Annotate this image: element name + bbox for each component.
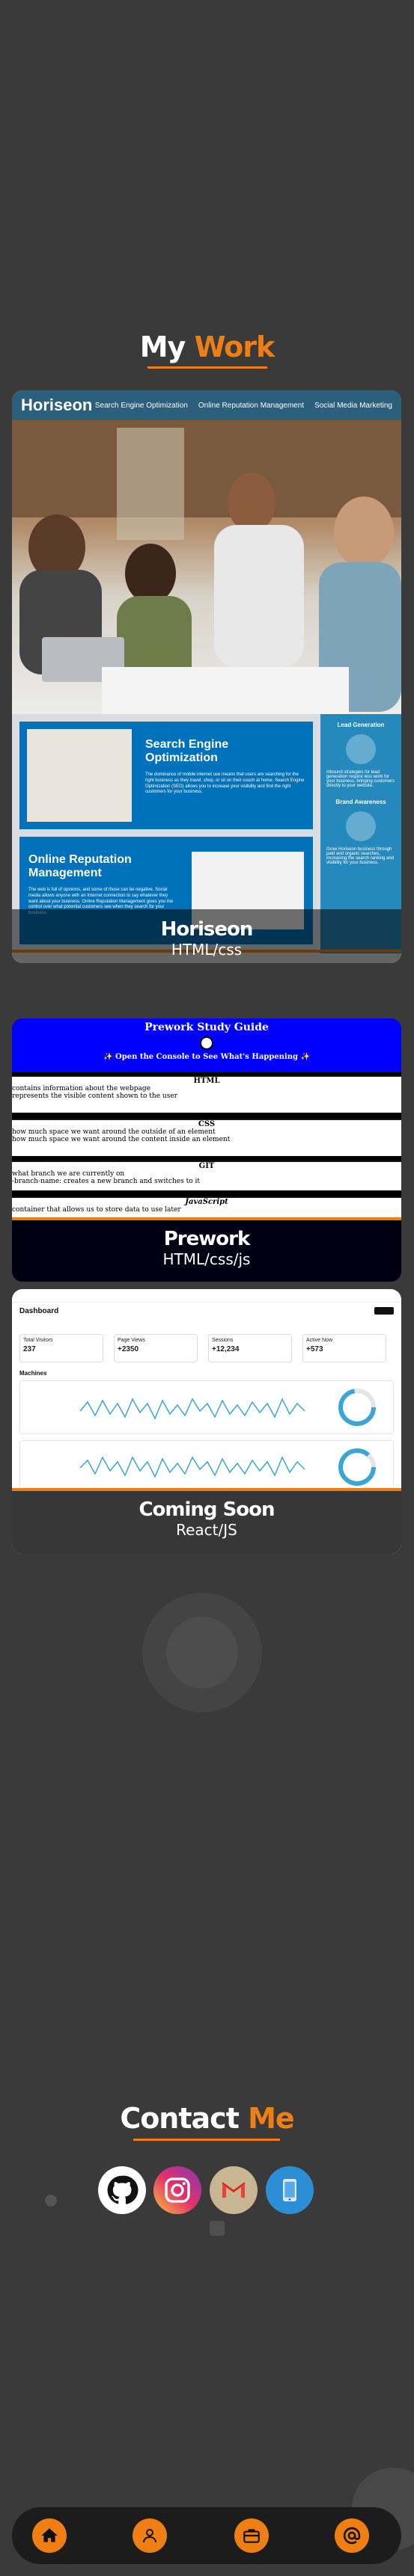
prework-card-subtitle: HTML/css/js [162,1250,251,1268]
briefcase-icon[interactable] [234,2518,269,2553]
dashboard-section-label: Machines [19,1370,47,1377]
prework-title: Prework Study Guide [144,1021,269,1033]
decor-circle [166,1617,238,1688]
coming-soon-card-title: Coming Soon [138,1498,275,1521]
decor-circle [45,2195,57,2207]
coming-soon-card-overlay: Coming Soon React/JS [12,1491,401,1554]
user-icon[interactable] [133,2518,167,2553]
project-card-coming-soon[interactable]: Dashboard Total Visitors 237 Page Views +2… [12,1289,401,1554]
horiseon-seo-section: Search Engine Optimization The dominance… [19,722,313,829]
prework-card-title: Prework [163,1228,251,1250]
prework-header: Prework Study Guide ✨ Open the Console t… [12,1018,401,1072]
kpi-card: Sessions +12,234 [208,1334,292,1362]
aside-brand-heading: Brand Awareness [335,799,386,805]
seo-heading: Search Engine Optimization [145,738,229,764]
machine-chart [19,1380,394,1434]
prework-js-section: JavaScript container that allows us to s… [12,1196,401,1217]
contact-section-title: Contact Me [120,2102,294,2135]
horiseon-logo: Horiseon [21,396,93,414]
prework-banner: ✨ Open the Console to See What's Happeni… [103,1053,310,1061]
horiseon-card-subtitle: HTML/css [171,941,243,959]
kpi-card: Total Visitors 237 [19,1334,103,1362]
kpi-card: Page Views +2350 [114,1334,198,1362]
hero-people-illustration [12,420,401,714]
horiseon-nav: Search Engine Optimization Online Reputa… [95,402,392,410]
prework-git-section: GIT what branch we are currently on -bra… [12,1161,401,1190]
gmail-icon[interactable] [210,2166,258,2214]
instagram-icon[interactable] [153,2166,201,2214]
home-icon[interactable] [32,2518,67,2553]
aside-lead-text: Inbound strategies for lead generation r… [326,770,395,788]
download-button [374,1307,394,1315]
seo-text: The dominance of mobile internet use mea… [145,772,305,795]
phone-icon[interactable] [266,2166,314,2214]
line-chart [79,1448,376,1486]
orm-heading: Online Reputation Management [28,853,132,879]
horiseon-nav-item: Online Reputation Management [198,401,305,410]
dashboard-topbar [12,1289,401,1303]
at-icon[interactable] [335,2518,369,2553]
aside-lead-heading: Lead Generation [337,722,385,728]
octocat-icon [200,1036,213,1050]
github-icon[interactable] [98,2166,146,2214]
dashboard-title: Dashboard [19,1307,59,1315]
aside-brand-text: Grow Horiseon business through paid and … [326,847,395,865]
contact-title-underline [133,2139,280,2141]
horiseon-nav-item: Social Media Marketing [314,401,392,410]
kpi-card: Active Now +573 [302,1334,386,1362]
bottom-navigation [12,2507,401,2564]
project-card-prework[interactable]: Prework Study Guide ✨ Open the Console t… [12,1018,401,1282]
card-orange-line [12,1217,401,1220]
horiseon-nav-item: Search Engine Optimization [94,401,188,410]
horiseon-card-title: Horiseon [160,918,254,941]
work-section-title: My Work [139,331,276,363]
prework-html-section: HTML contains information about the webp… [12,1075,401,1113]
prework-css-section: CSS how much space we want around the ou… [12,1119,401,1156]
work-title-underline [147,366,267,369]
horiseon-header: Horiseon Search Engine Optimization Onli… [12,390,401,420]
horiseon-hero-image [12,420,401,714]
line-chart [79,1389,376,1426]
decor-circle [210,2221,225,2236]
prework-card-overlay: Prework HTML/css/js [12,1222,401,1282]
horiseon-card-overlay: Horiseon HTML/css [12,909,401,963]
coming-soon-card-subtitle: React/JS [176,1521,237,1539]
project-card-horiseon[interactable]: Horiseon Search Engine Optimization Onli… [12,390,401,963]
machine-chart [19,1440,394,1494]
